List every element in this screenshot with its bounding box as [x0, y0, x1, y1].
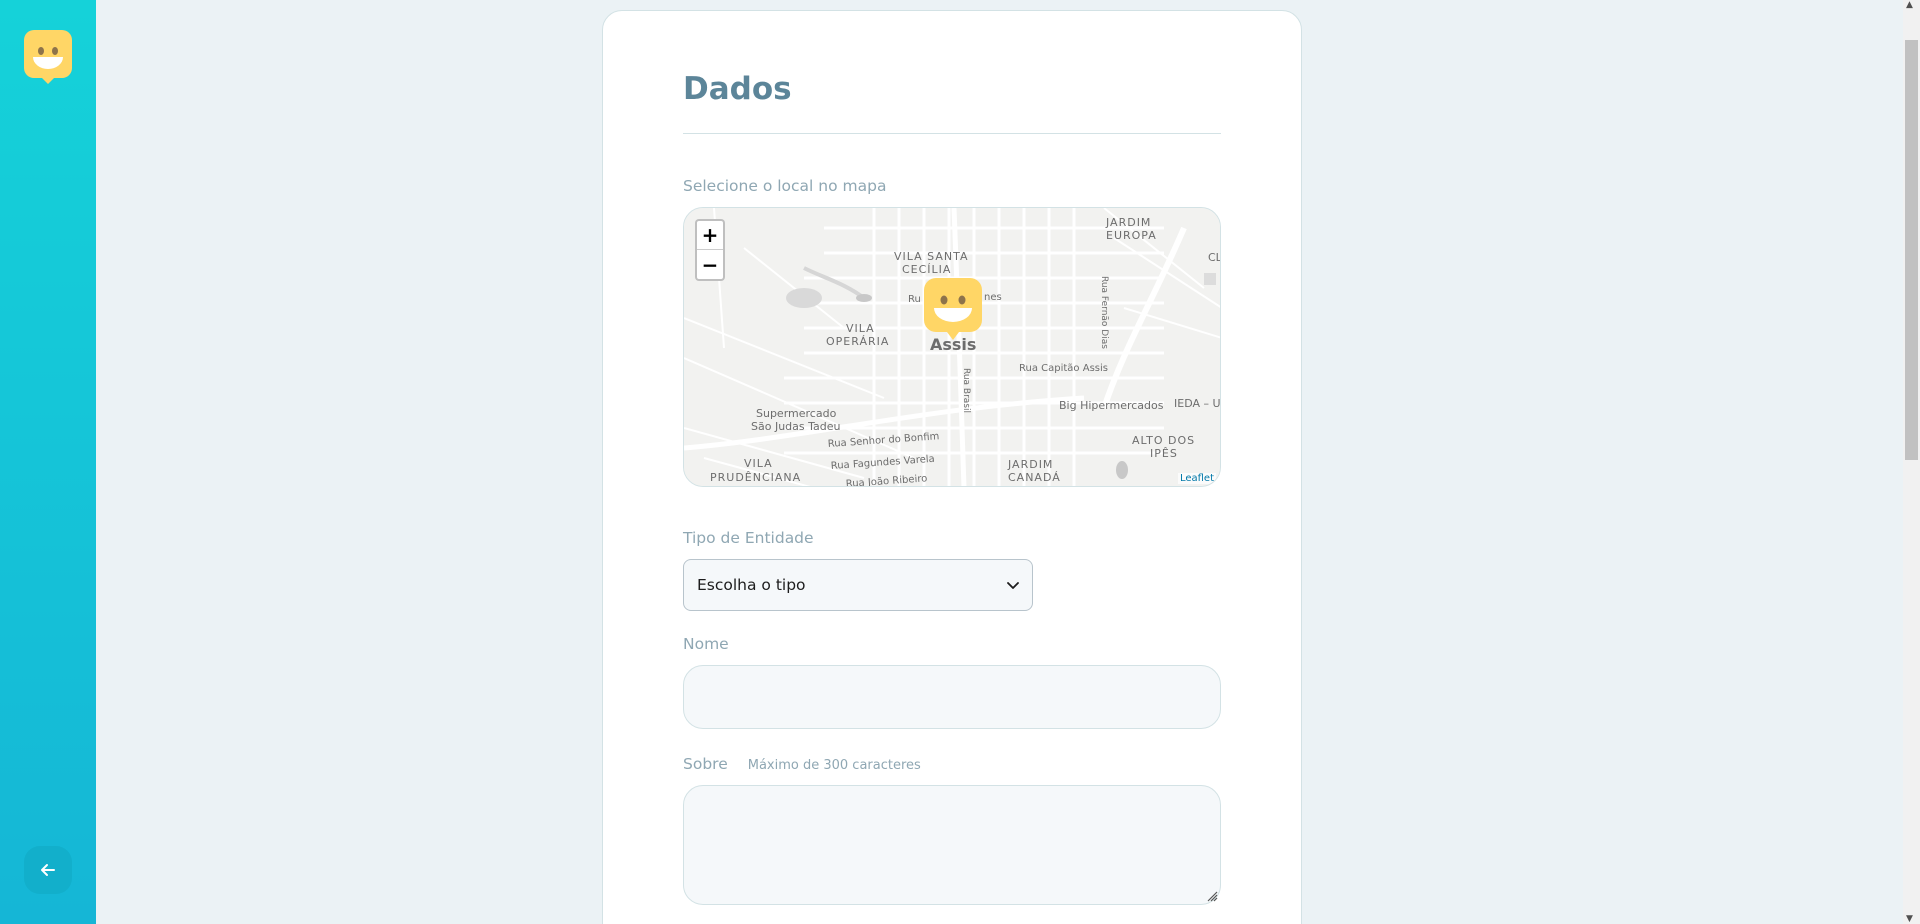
resize-handle-icon[interactable] — [1206, 890, 1218, 902]
about-textarea[interactable] — [683, 785, 1221, 905]
map-label-vila-operaria-2: OPERÁRIA — [826, 335, 889, 348]
page-scrollbar[interactable]: ▲ ▼ — [1903, 0, 1920, 924]
map-label-jardim-europa-1: JARDIM — [1105, 216, 1151, 229]
map-label-cl: CL — [1208, 251, 1221, 264]
about-label-text: Sobre — [683, 755, 728, 773]
chevron-down-icon — [1007, 582, 1019, 589]
map-label-jardim-europa-2: EUROPA — [1106, 229, 1157, 242]
map-label-big: Big Hipermercados — [1059, 399, 1164, 412]
create-form-card: Dados Selecione o local no mapa VILA SAN… — [602, 10, 1302, 924]
scroll-up-icon[interactable]: ▲ — [1906, 0, 1913, 10]
map-label: Selecione o local no mapa — [683, 177, 887, 195]
map-label-super-2: São Judas Tadeu — [751, 420, 840, 433]
map-label-alto-1: ALTO DOS — [1132, 434, 1195, 447]
map-label-cecilia: CECÍLIA — [902, 263, 951, 276]
map-label-rua-capitao: Rua Capitão Assis — [1019, 363, 1108, 374]
map-label-rua-partial: Ru — [908, 294, 921, 305]
zoom-control: + − — [695, 219, 725, 281]
map-label-jardim-canada-2: CANADÁ — [1008, 471, 1061, 484]
arrow-left-icon — [41, 864, 55, 876]
map-label-vila-prud-2: PRUDÊNCIANA — [710, 471, 801, 484]
entity-type-label: Tipo de Entidade — [683, 529, 814, 547]
map-label-vila-prud-1: VILA — [744, 457, 773, 470]
leaflet-attribution-link[interactable]: Leaflet — [1177, 473, 1216, 484]
title-divider — [683, 133, 1221, 134]
name-label: Nome — [683, 635, 729, 653]
scrollbar-thumb[interactable] — [1905, 40, 1918, 460]
location-map[interactable]: VILA SANTA CECÍLIA JARDIM EUROPA VILA OP… — [683, 207, 1221, 487]
name-input[interactable] — [683, 665, 1221, 729]
back-button[interactable] — [24, 846, 72, 894]
map-label-jardim-canada-1: JARDIM — [1007, 458, 1053, 471]
map-label-rua-fernao: Rua Fernão Dias — [1099, 276, 1109, 349]
sidebar — [0, 0, 96, 924]
zoom-in-button[interactable]: + — [697, 221, 723, 250]
scroll-down-icon[interactable]: ▼ — [1906, 914, 1913, 924]
form-title: Dados — [683, 71, 792, 107]
entity-type-select[interactable]: Escolha o tipo — [683, 559, 1033, 611]
map-tiles: VILA SANTA CECÍLIA JARDIM EUROPA VILA OP… — [684, 208, 1221, 486]
smiley-logo-icon — [24, 30, 72, 84]
about-label: Sobre Máximo de 300 caracteres — [683, 755, 921, 773]
about-hint: Máximo de 300 caracteres — [747, 758, 921, 773]
map-label-super-1: Supermercado — [756, 407, 837, 420]
entity-type-value: Escolha o tipo — [697, 576, 806, 594]
map-marker-icon[interactable] — [924, 278, 982, 342]
map-label-ieda: IEDA – U — [1174, 397, 1221, 410]
map-label-vila-santa: VILA SANTA — [894, 250, 969, 263]
zoom-out-button[interactable]: − — [697, 250, 723, 279]
map-label-rua-partial2: nes — [984, 292, 1002, 303]
map-label-rua-brasil: Rua Brasil — [961, 368, 971, 413]
map-label-vila-operaria-1: VILA — [846, 322, 875, 335]
map-label-alto-2: IPÊS — [1150, 447, 1178, 460]
